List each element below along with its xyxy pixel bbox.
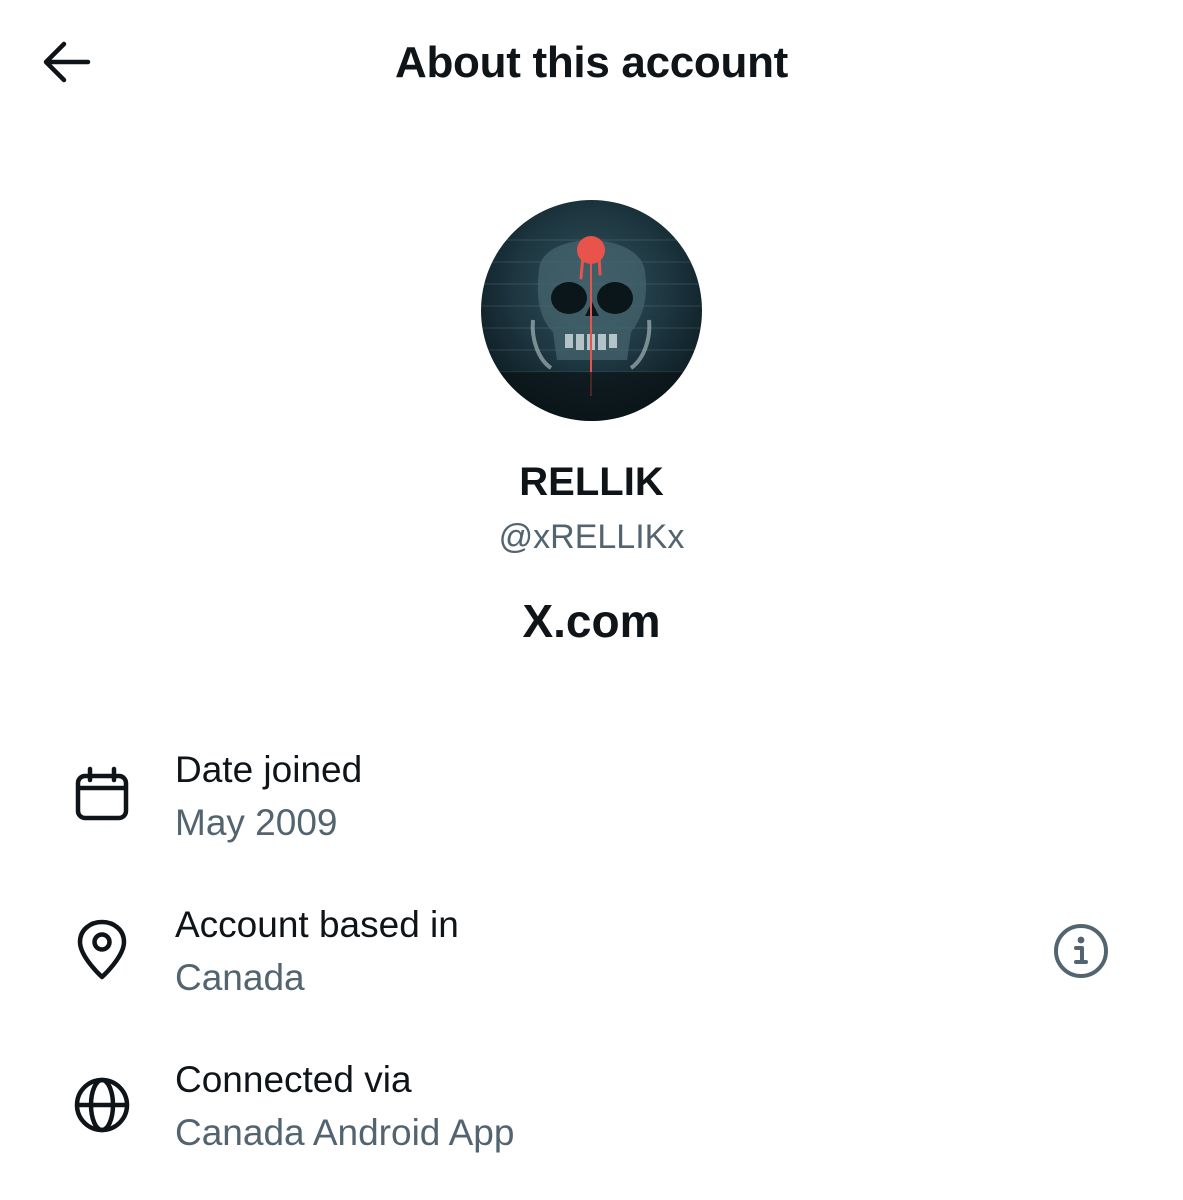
account-based-in-label: Account based in (175, 904, 459, 945)
user-handle: @xRELLIKx (498, 518, 685, 556)
page-header: About this account (0, 0, 1183, 125)
account-based-in-row: Account based in Canada (0, 900, 1183, 1010)
connected-via-label: Connected via (175, 1059, 412, 1100)
location-pin-icon (72, 919, 132, 980)
skull-avatar-image (481, 236, 702, 421)
date-joined-row: Date joined May 2009 (0, 745, 1183, 855)
connected-via-row: Connected via Canada Android App (0, 1055, 1183, 1165)
info-icon (1054, 924, 1108, 978)
account-based-in-value: Canada (175, 957, 305, 998)
info-button[interactable] (1048, 918, 1114, 984)
platform-domain: X.com (522, 595, 661, 647)
date-joined-value: May 2009 (175, 802, 338, 843)
connected-via-value: Canada Android App (175, 1112, 515, 1153)
avatar[interactable] (481, 200, 702, 421)
display-name: RELLIK (519, 460, 664, 504)
date-joined-label: Date joined (175, 749, 363, 790)
page-title: About this account (394, 38, 789, 87)
calendar-icon (72, 765, 132, 825)
globe-icon (72, 1075, 132, 1135)
